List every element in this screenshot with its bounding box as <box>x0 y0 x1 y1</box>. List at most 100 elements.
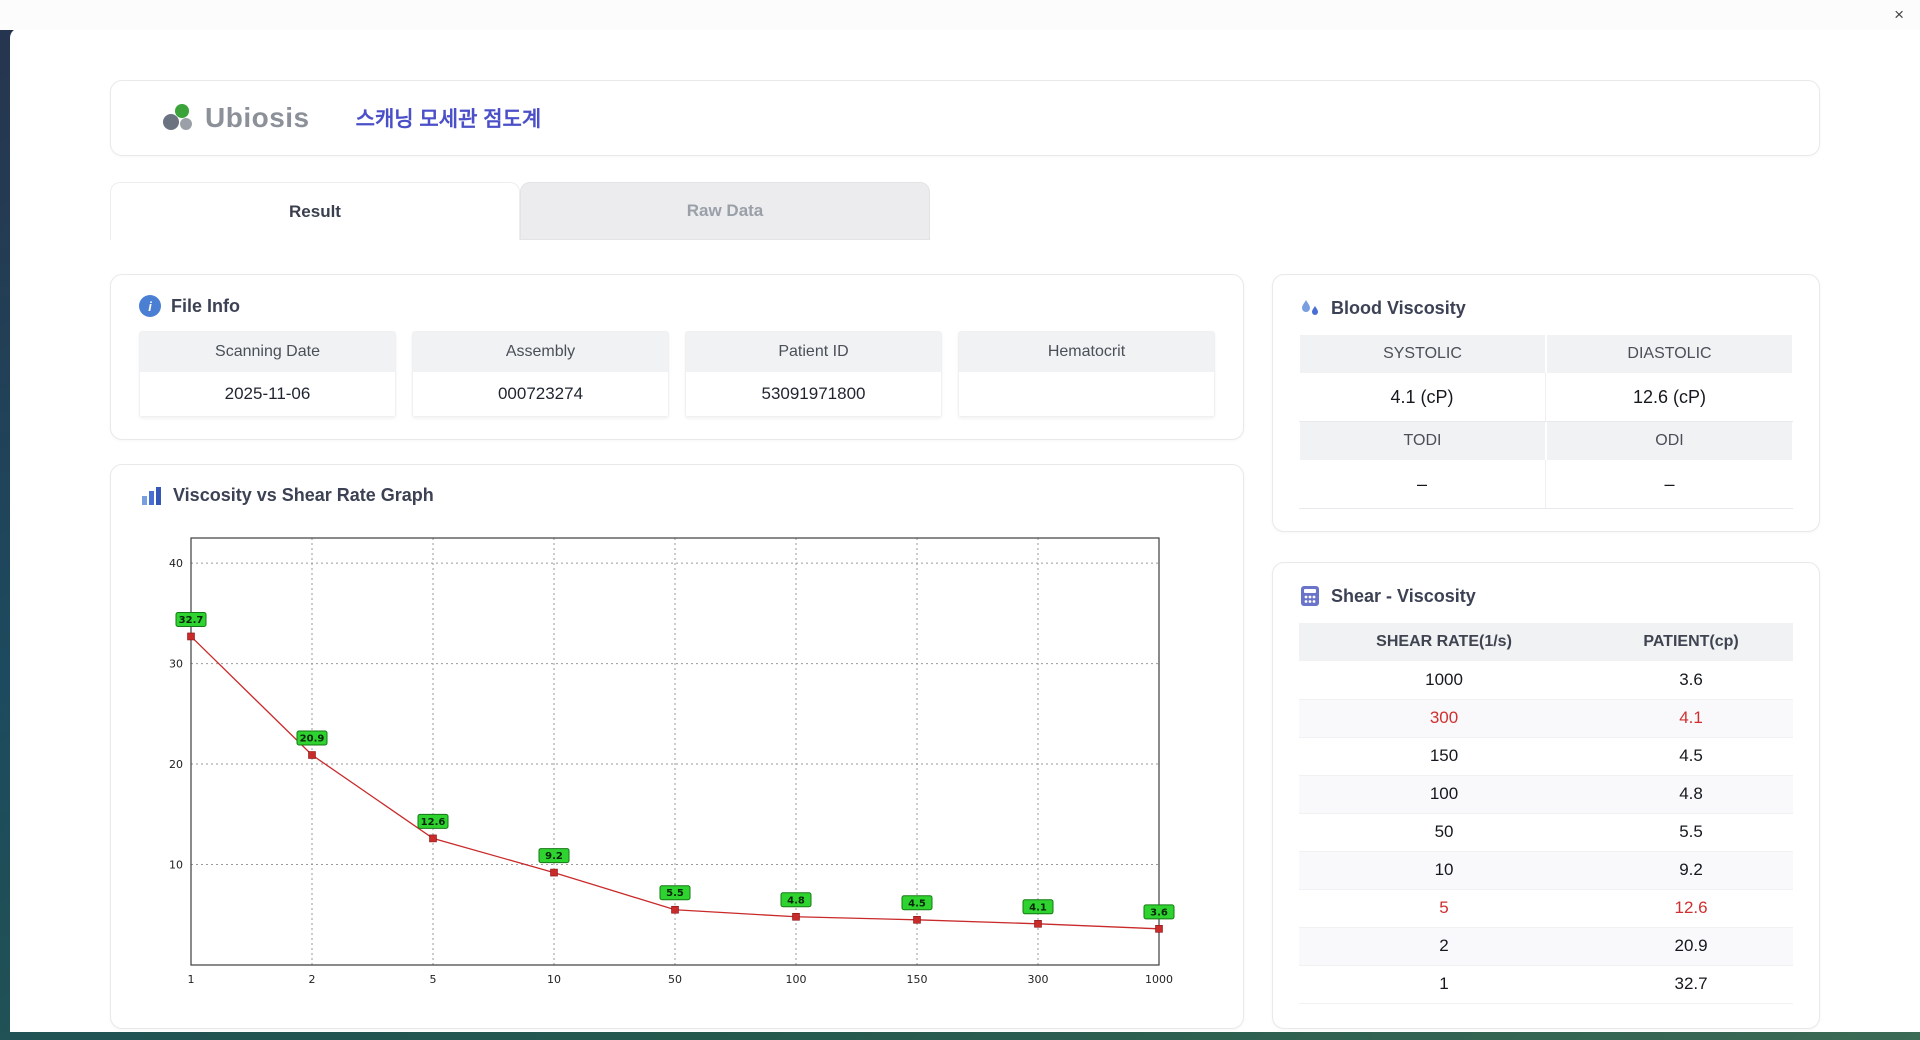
file-info-field: Assembly 000723274 <box>412 331 669 417</box>
shear-row: 100 4.8 <box>1299 775 1793 814</box>
shear-viscosity-title-text: Shear - Viscosity <box>1331 585 1476 606</box>
bar-chart-icon <box>141 486 163 506</box>
patient-viscosity-cell: 20.9 <box>1589 927 1793 966</box>
shear-rate-cell: 300 <box>1299 699 1590 738</box>
calculator-icon <box>1299 585 1321 607</box>
patient-viscosity-cell: 5.5 <box>1589 813 1793 852</box>
viscosity-chart-svg: 10 20 30 40 1 2 5 10 50 100 150 300 1000 32.7 20.9 12.6… <box>169 537 1175 986</box>
patient-viscosity-cell: 12.6 <box>1589 889 1793 928</box>
field-value <box>959 372 1214 416</box>
field-value: 53091971800 <box>686 372 941 416</box>
file-info-title-text: File Info <box>171 295 240 316</box>
shear-row: 1 32.7 <box>1299 965 1793 1004</box>
svg-text:100: 100 <box>786 973 807 986</box>
field-label: Scanning Date <box>140 332 395 372</box>
svg-text:10: 10 <box>169 859 183 872</box>
shear-row: 10 9.2 <box>1299 851 1793 890</box>
svg-text:1000: 1000 <box>1145 973 1173 986</box>
shear-header-row: SHEAR RATE(1/s) PATIENT(cp) <box>1299 623 1793 661</box>
svg-text:20.9: 20.9 <box>300 734 325 745</box>
svg-text:10: 10 <box>547 973 561 986</box>
bv-value: 12.6 (cP) <box>1632 386 1707 407</box>
shear-rate-cell: 1000 <box>1299 661 1590 700</box>
ubiosis-logo-icon <box>161 102 197 134</box>
svg-text:150: 150 <box>907 973 928 986</box>
svg-text:40: 40 <box>169 557 183 570</box>
info-icon: i <box>139 295 161 317</box>
file-info-fields: Scanning Date 2025-11-06 Assembly 000723274… <box>139 331 1215 417</box>
bv-value: 4.1 (cP) <box>1299 373 1546 421</box>
shear-row: 5 12.6 <box>1299 889 1793 928</box>
patient-viscosity-cell: 32.7 <box>1589 965 1793 1004</box>
graph-title-text: Viscosity vs Shear Rate Graph <box>173 485 434 505</box>
shear-row: 50 5.5 <box>1299 813 1793 852</box>
app-title: 스캐닝 모세관 점도계 <box>355 108 542 131</box>
tab-raw-data[interactable]: Raw Data <box>520 182 930 240</box>
bv-label: DIASTOLIC <box>1547 335 1792 373</box>
file-info-field: Hematocrit <box>958 331 1215 417</box>
file-info-card: i File Info Scanning Date 2025-11-06 Assem… <box>110 274 1244 440</box>
window-close-icon[interactable]: × <box>1894 5 1904 25</box>
shear-column-header: SHEAR RATE(1/s) <box>1299 623 1590 661</box>
bv-label-row: SYSTOLIC DIASTOLIC <box>1299 335 1793 373</box>
shear-row: 2 20.9 <box>1299 927 1793 966</box>
ubiosis-logo: Ubiosis <box>161 102 310 134</box>
page-content: Ubiosis 스캐닝 모세관 점도계 Result Raw Data i Fi… <box>10 28 1920 1029</box>
svg-text:300: 300 <box>1028 973 1049 986</box>
blood-viscosity-title: Blood Viscosity <box>1299 297 1793 319</box>
graph-title: Viscosity vs Shear Rate Graph <box>141 485 1213 506</box>
svg-text:32.7: 32.7 <box>179 615 204 626</box>
svg-text:2: 2 <box>309 973 316 986</box>
file-info-field: Patient ID 53091971800 <box>685 331 942 417</box>
patient-viscosity-cell: 4.5 <box>1589 737 1793 776</box>
shear-viscosity-title: Shear - Viscosity <box>1299 585 1793 607</box>
bv-value: – <box>1664 473 1675 494</box>
bv-label: TODI <box>1300 422 1545 460</box>
svg-text:1: 1 <box>188 973 195 986</box>
svg-text:20: 20 <box>169 758 183 771</box>
blood-viscosity-card: Blood Viscosity SYSTOLIC DIASTOLIC 4.1 (cP… <box>1272 274 1820 532</box>
tab-result[interactable]: Result <box>110 182 520 240</box>
shear-rate-cell: 100 <box>1299 775 1590 814</box>
logo-text: Ubiosis <box>205 102 310 133</box>
patient-viscosity-cell: 4.1 <box>1589 699 1793 738</box>
field-label: Patient ID <box>686 332 941 372</box>
shear-row: 150 4.5 <box>1299 737 1793 776</box>
shear-rate-cell: 50 <box>1299 813 1590 852</box>
svg-text:4.1: 4.1 <box>1029 902 1047 913</box>
shear-rate-cell: 150 <box>1299 737 1590 776</box>
shear-rate-cell: 1 <box>1299 965 1590 1004</box>
file-info-field: Scanning Date 2025-11-06 <box>139 331 396 417</box>
window-titlebar: × <box>0 0 1920 30</box>
shear-column-header: PATIENT(cp) <box>1589 623 1793 661</box>
svg-text:5: 5 <box>430 973 437 986</box>
bv-label: ODI <box>1547 422 1792 460</box>
shear-rate-cell: 2 <box>1299 927 1590 966</box>
bv-value: – <box>1299 460 1546 508</box>
svg-text:12.6: 12.6 <box>421 817 446 828</box>
bv-label-row: TODI ODI <box>1299 422 1793 460</box>
shear-viscosity-table: SHEAR RATE(1/s) PATIENT(cp) 1000 3.6 300 4.1 1… <box>1299 623 1793 1004</box>
shear-rate-cell: 5 <box>1299 889 1590 928</box>
field-label: Hematocrit <box>959 332 1214 372</box>
file-info-title: i File Info <box>139 295 1215 317</box>
svg-text:9.2: 9.2 <box>545 851 563 862</box>
shear-row: 300 4.1 <box>1299 699 1793 738</box>
svg-text:4.5: 4.5 <box>908 898 926 909</box>
field-value: 000723274 <box>413 372 668 416</box>
svg-text:5.5: 5.5 <box>666 888 684 899</box>
patient-viscosity-cell: 3.6 <box>1589 661 1793 700</box>
tab-bar: Result Raw Data <box>110 182 1820 240</box>
graph-card: Viscosity vs Shear Rate Graph 10 20 30 40 1 2… <box>110 464 1244 1029</box>
shear-viscosity-card: Shear - Viscosity SHEAR RATE(1/s) PATIENT… <box>1272 562 1820 1029</box>
bv-value-row: – – <box>1299 460 1793 509</box>
svg-text:3.6: 3.6 <box>1150 907 1168 918</box>
field-value: 2025-11-06 <box>140 372 395 416</box>
shear-row: 1000 3.6 <box>1299 661 1793 700</box>
bv-label: SYSTOLIC <box>1300 335 1545 373</box>
svg-text:4.8: 4.8 <box>787 895 805 906</box>
field-label: Assembly <box>413 332 668 372</box>
patient-viscosity-cell: 4.8 <box>1589 775 1793 814</box>
bv-value-row: 4.1 (cP) 12.6 (cP) <box>1299 373 1793 422</box>
app-header: Ubiosis 스캐닝 모세관 점도계 <box>110 80 1820 156</box>
